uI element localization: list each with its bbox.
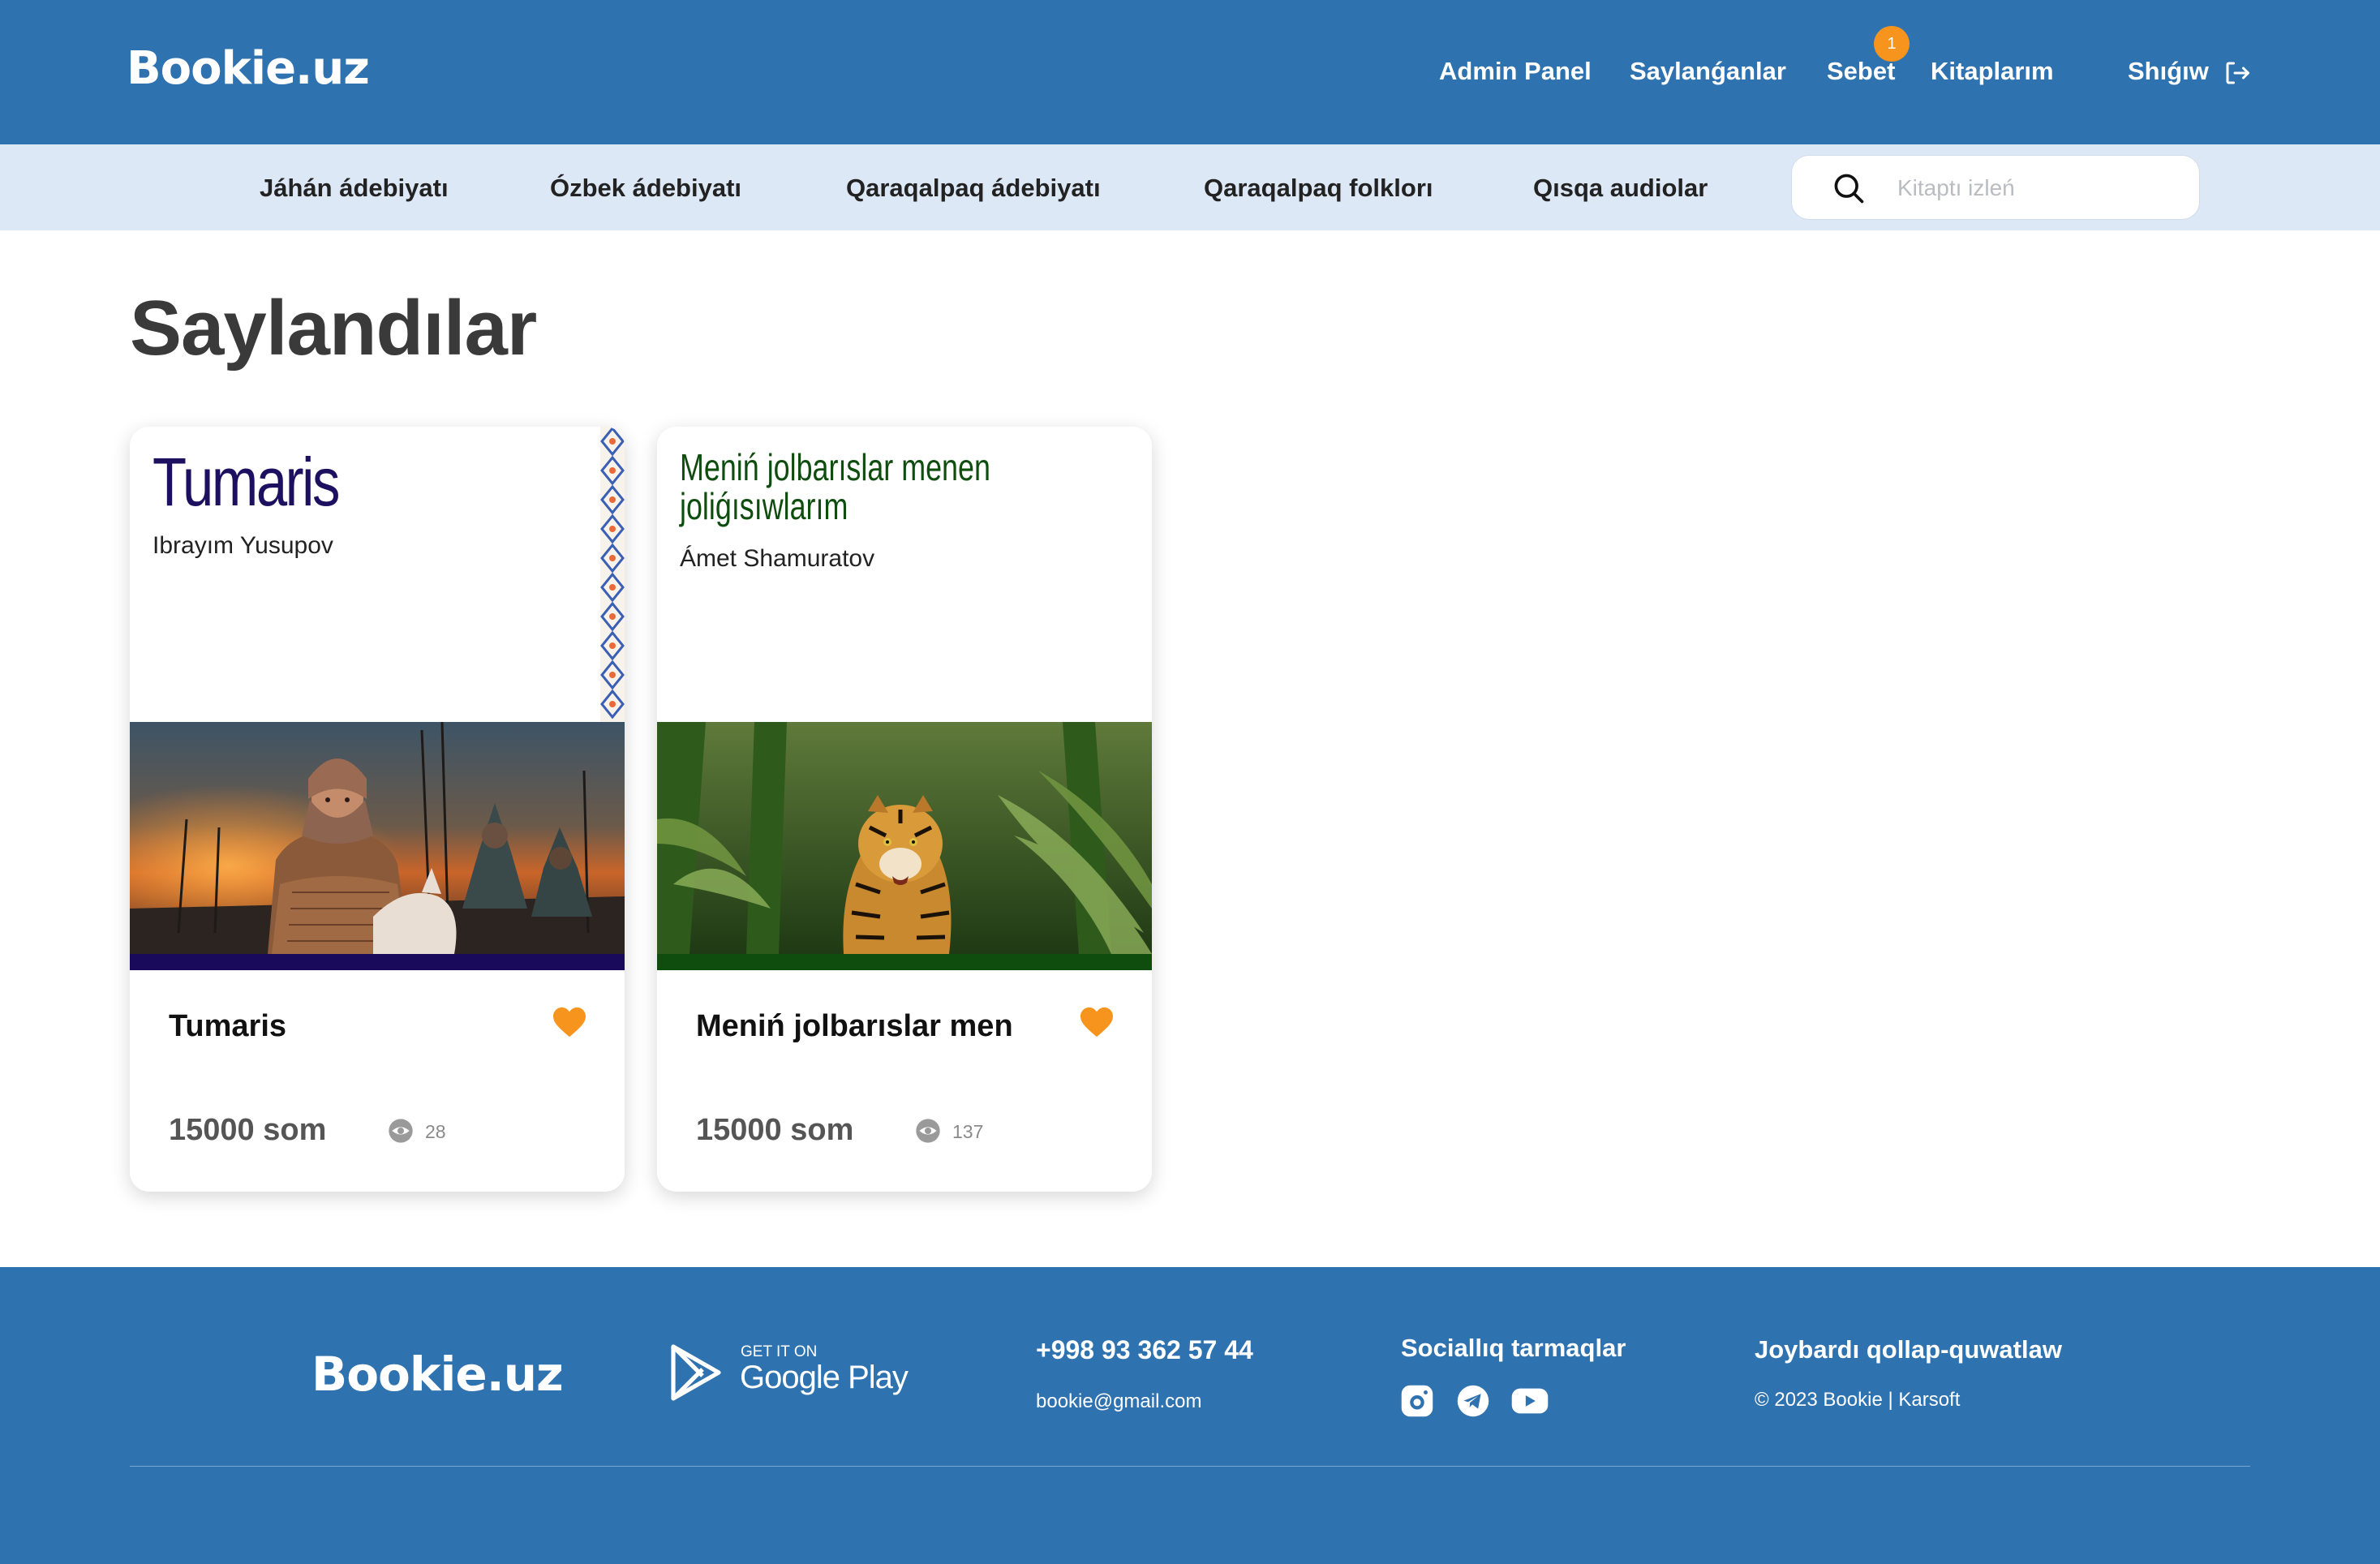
category-world-literature[interactable]: Jáhán ádebiyatı <box>260 174 449 203</box>
category-karakalpak-folklore[interactable]: Qaraqalpaq folklorı <box>1204 174 1433 203</box>
heart-icon[interactable] <box>1079 1006 1115 1038</box>
category-uzbek-literature[interactable]: Ózbek ádebiyatı <box>550 174 741 203</box>
book-cover[interactable]: Meniń jolbarıslar menen joliǵısıwlarım Á… <box>657 427 1152 970</box>
footer-copyright: © 2023 Bookie | Karsoft <box>1755 1389 1961 1411</box>
heart-icon[interactable] <box>552 1006 587 1038</box>
cover-illustration <box>130 722 625 954</box>
footer-divider <box>130 1466 2250 1467</box>
view-count: 28 <box>425 1121 446 1142</box>
category-karakalpak-literature[interactable]: Qaraqalpaq ádebiyatı <box>846 174 1101 203</box>
eye-icon <box>389 1119 413 1143</box>
nav-cart[interactable]: Sebet <box>1827 57 1895 86</box>
cover-illustration <box>657 722 1152 954</box>
cover-ornament <box>600 427 625 722</box>
nav-favorites[interactable]: Saylanǵanlar <box>1630 57 1786 86</box>
book-card[interactable]: Meniń jolbarıslar menen joliǵısıwlarım Á… <box>657 427 1152 1192</box>
footer-social-title: Sociallıq tarmaqlar <box>1401 1334 1626 1362</box>
search-box[interactable] <box>1791 155 2200 220</box>
store-badge-name[interactable]: Google Play <box>740 1360 909 1396</box>
cart-count-badge: 1 <box>1874 26 1910 62</box>
footer-email[interactable]: bookie@gmail.com <box>1036 1390 1201 1413</box>
instagram-icon[interactable] <box>1400 1384 1434 1418</box>
view-count: 137 <box>952 1121 984 1142</box>
book-price: 15000 som <box>169 1113 327 1147</box>
site-logo[interactable]: Bookie.uz <box>127 42 370 95</box>
footer-support-title[interactable]: Joybardı qollap-quwatlaw <box>1755 1335 2062 1364</box>
cover-band <box>657 954 1152 970</box>
cover-title: Meniń jolbarıslar menen joliǵısıwlarım <box>680 446 990 527</box>
book-card[interactable]: Tumaris Ibrayım Yusupov Tumaris 15000 so… <box>130 427 625 1192</box>
search-icon[interactable] <box>1831 170 1867 206</box>
nav-logout[interactable]: Shıǵıw <box>2128 57 2209 86</box>
cover-author: Ibrayım Yusupov <box>153 532 333 559</box>
page-title: Saylandılar <box>130 285 537 372</box>
logout-icon[interactable] <box>2223 58 2252 88</box>
category-short-audios[interactable]: Qısqa audiolar <box>1533 174 1708 203</box>
book-title[interactable]: Tumaris <box>169 1009 286 1044</box>
book-cover[interactable]: Tumaris Ibrayım Yusupov <box>130 427 625 970</box>
google-play-icon[interactable] <box>670 1343 722 1402</box>
footer-phone[interactable]: +998 93 362 57 44 <box>1036 1335 1253 1365</box>
search-input[interactable] <box>1896 167 2175 209</box>
telegram-icon[interactable] <box>1456 1384 1490 1418</box>
youtube-icon[interactable] <box>1510 1384 1549 1418</box>
store-badge-caption[interactable]: GET IT ON <box>741 1343 817 1361</box>
footer <box>0 1267 2380 1564</box>
book-title[interactable]: Meniń jolbarıslar men <box>696 1009 1013 1044</box>
cover-title: Tumaris <box>153 444 340 520</box>
footer-logo[interactable]: Bookie.uz <box>311 1347 564 1402</box>
nav-my-books[interactable]: Kitaplarım <box>1931 57 2054 86</box>
book-price: 15000 som <box>696 1113 854 1147</box>
eye-icon <box>916 1119 940 1143</box>
cover-author: Ámet Shamuratov <box>680 545 875 572</box>
cover-band <box>130 954 625 970</box>
nav-admin-panel[interactable]: Admin Panel <box>1439 57 1592 86</box>
